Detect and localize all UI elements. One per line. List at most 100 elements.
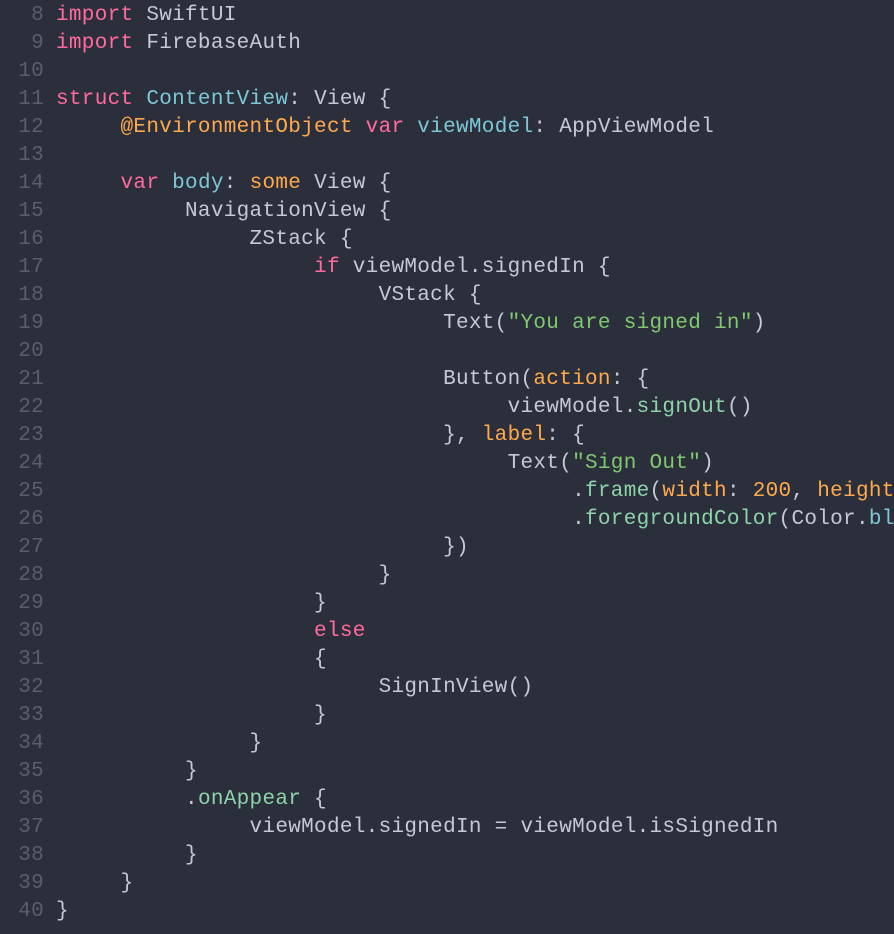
token-param: height — [817, 480, 894, 503]
code-line[interactable]: struct ContentView: View { — [56, 86, 894, 114]
line-number: 26 — [0, 506, 44, 534]
token-attr: @EnvironmentObject — [121, 116, 353, 139]
token-punct: () — [727, 396, 753, 419]
token-punct: = — [482, 816, 521, 839]
code-line[interactable]: .frame(width: 200, height: 50) — [56, 478, 894, 506]
code-line[interactable]: } — [56, 758, 894, 786]
token-punct: ) — [753, 312, 766, 335]
token-kw: var — [366, 116, 405, 139]
code-line[interactable]: }) — [56, 534, 894, 562]
token-type: SwiftUI — [146, 4, 236, 27]
token-type: signedIn — [379, 816, 482, 839]
line-number: 22 — [0, 394, 44, 422]
token-punct — [159, 172, 172, 195]
token-type: viewModel — [353, 256, 469, 279]
line-number: 16 — [0, 226, 44, 254]
token-prop: ContentView — [146, 88, 288, 111]
code-line[interactable]: .foregroundColor(Color.blue) — [56, 506, 894, 534]
token-punct: ) — [701, 452, 714, 475]
token-prop: blue — [869, 508, 894, 531]
line-number-gutter: 8910111213141516171819202122232425262728… — [0, 2, 56, 926]
code-line[interactable]: Button(action: { — [56, 366, 894, 394]
token-punct: . — [572, 480, 585, 503]
token-punct: : { — [611, 368, 650, 391]
line-number: 23 — [0, 422, 44, 450]
code-line[interactable]: .onAppear { — [56, 786, 894, 814]
line-number: 27 — [0, 534, 44, 562]
token-punct — [133, 88, 146, 111]
token-punct — [301, 172, 314, 195]
code-line[interactable]: import SwiftUI — [56, 2, 894, 30]
token-punct: : — [224, 172, 250, 195]
line-number: 8 — [0, 2, 44, 30]
code-line[interactable]: import FirebaseAuth — [56, 30, 894, 58]
token-punct: }, — [443, 424, 482, 447]
code-line[interactable]: } — [56, 590, 894, 618]
token-type: Text — [443, 312, 495, 335]
line-number: 9 — [0, 30, 44, 58]
token-str: "Sign Out" — [572, 452, 701, 475]
token-punct: } — [185, 844, 198, 867]
token-type: View — [314, 88, 366, 111]
token-punct: { — [314, 648, 327, 671]
code-line[interactable]: NavigationView { — [56, 198, 894, 226]
code-line[interactable]: } — [56, 842, 894, 870]
token-punct: } — [314, 592, 327, 615]
line-number: 35 — [0, 758, 44, 786]
token-punct: . — [366, 816, 379, 839]
token-punct: . — [624, 396, 637, 419]
code-line[interactable]: else — [56, 618, 894, 646]
code-line[interactable]: } — [56, 562, 894, 590]
code-line[interactable]: } — [56, 898, 894, 926]
token-type: viewModel — [250, 816, 366, 839]
token-punct: ( — [779, 508, 792, 531]
token-punct: } — [56, 900, 69, 923]
code-line[interactable]: ZStack { — [56, 226, 894, 254]
token-punct — [340, 256, 353, 279]
line-number: 40 — [0, 898, 44, 926]
line-number: 11 — [0, 86, 44, 114]
token-punct: { — [456, 284, 482, 307]
token-kw: import — [56, 4, 133, 27]
token-func: frame — [585, 480, 650, 503]
code-line[interactable]: var body: some View { — [56, 170, 894, 198]
code-line[interactable]: SignInView() — [56, 674, 894, 702]
token-prop: body — [172, 172, 224, 195]
code-line[interactable]: viewModel.signedIn = viewModel.isSignedI… — [56, 814, 894, 842]
code-line[interactable]: } — [56, 870, 894, 898]
code-line[interactable]: Text("You are signed in") — [56, 310, 894, 338]
token-param: width — [662, 480, 727, 503]
token-param: action — [533, 368, 610, 391]
code-line[interactable]: @EnvironmentObject var viewModel: AppVie… — [56, 114, 894, 142]
token-kw: else — [314, 620, 366, 643]
code-line[interactable] — [56, 142, 894, 170]
code-line[interactable]: VStack { — [56, 282, 894, 310]
token-func: foregroundColor — [585, 508, 779, 531]
code-area[interactable]: import SwiftUIimport FirebaseAuthstruct … — [56, 2, 894, 926]
token-type: signedIn — [482, 256, 585, 279]
line-number: 13 — [0, 142, 44, 170]
token-punct — [133, 4, 146, 27]
code-line[interactable]: { — [56, 646, 894, 674]
code-line[interactable] — [56, 58, 894, 86]
code-line[interactable]: } — [56, 702, 894, 730]
token-punct: ( — [559, 452, 572, 475]
line-number: 32 — [0, 674, 44, 702]
token-punct: , — [791, 480, 817, 503]
code-line[interactable]: viewModel.signOut() — [56, 394, 894, 422]
code-line[interactable]: if viewModel.signedIn { — [56, 254, 894, 282]
line-number: 30 — [0, 618, 44, 646]
code-line[interactable]: }, label: { — [56, 422, 894, 450]
line-number: 28 — [0, 562, 44, 590]
token-punct: : { — [546, 424, 585, 447]
code-line[interactable]: Text("Sign Out") — [56, 450, 894, 478]
code-line[interactable] — [56, 338, 894, 366]
token-type: Text — [508, 452, 560, 475]
code-editor[interactable]: 8910111213141516171819202122232425262728… — [0, 0, 894, 926]
token-punct: ( — [495, 312, 508, 335]
token-punct — [133, 32, 146, 55]
token-type: viewModel — [521, 816, 637, 839]
token-punct: }) — [443, 536, 469, 559]
line-number: 10 — [0, 58, 44, 86]
code-line[interactable]: } — [56, 730, 894, 758]
